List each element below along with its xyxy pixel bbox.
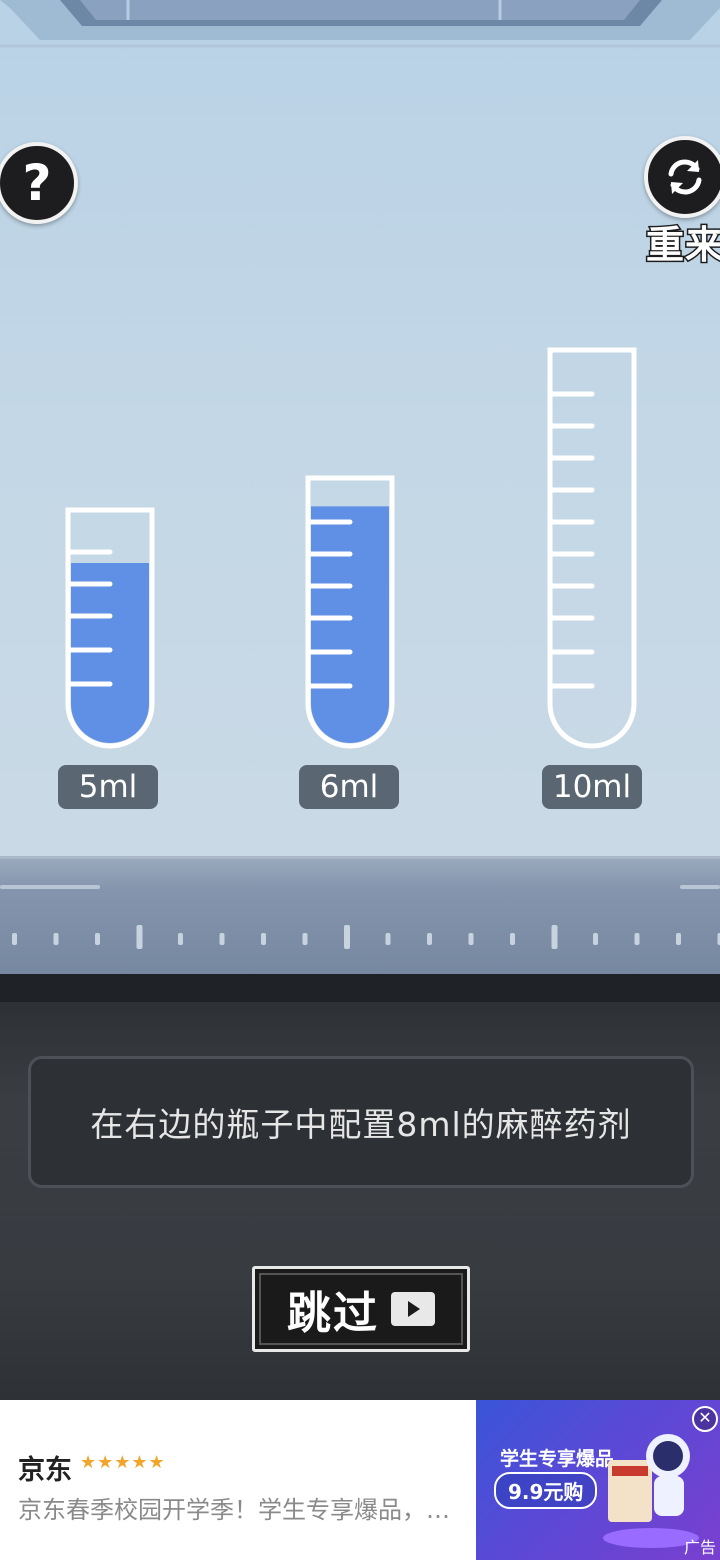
- game-scene: ? 重来 5ml 6ml 10ml 在右边的瓶子中配置8ml的麻醉药剂 跳过: [0, 0, 720, 1400]
- restart-label[interactable]: 重来: [644, 214, 720, 269]
- ruler-tick: [302, 933, 308, 945]
- top-frame: [0, 0, 720, 48]
- ruler-tick: [634, 933, 640, 945]
- ruler-tick: [136, 925, 143, 949]
- restart-button[interactable]: [644, 136, 720, 218]
- refresh-icon: [668, 159, 702, 195]
- ruler-bar: [0, 856, 720, 977]
- instruction-text: 在右边的瓶子中配置8ml的麻醉药剂: [28, 1056, 694, 1188]
- ad-description: 京东春季校园开学季！学生专享爆品，…: [18, 1496, 450, 1524]
- ruler-tick: [551, 925, 558, 949]
- ad-image[interactable]: 学生专享爆品 9.9元购 广告: [476, 1400, 720, 1560]
- ruler-tick: [385, 933, 391, 945]
- ruler-tick: [261, 933, 266, 945]
- help-icon: ?: [22, 154, 52, 212]
- ruler-tick: [12, 933, 17, 945]
- ruler-tick: [53, 933, 59, 945]
- ruler-ticks: [12, 925, 720, 949]
- ruler-tick: [468, 933, 474, 945]
- tube-10ml[interactable]: [546, 346, 638, 752]
- ruler-tick: [344, 925, 350, 949]
- tube-capacity-label: 5ml: [58, 765, 158, 809]
- close-icon[interactable]: ✕: [692, 1406, 718, 1432]
- ruler-tick: [95, 933, 100, 945]
- tube-capacity-label: 6ml: [299, 765, 399, 809]
- skip-button[interactable]: 跳过: [252, 1266, 470, 1352]
- tube-liquid: [311, 506, 389, 743]
- skip-label: 跳过: [287, 1288, 379, 1339]
- ruler-tick: [178, 933, 183, 945]
- tube-5ml[interactable]: [64, 506, 156, 752]
- ruler-tick: [427, 933, 432, 945]
- ad-tag: 广告: [683, 1538, 716, 1557]
- tube-liquid: [71, 563, 149, 743]
- video-play-icon: [391, 1292, 435, 1326]
- ruler-tick: [593, 933, 598, 945]
- ad-rating-stars: ★★★★★: [80, 1452, 166, 1473]
- tube-capacity-label: 10ml: [542, 765, 642, 809]
- help-button[interactable]: ?: [0, 142, 78, 224]
- bottom-console: 在右边的瓶子中配置8ml的麻醉药剂 跳过: [0, 974, 720, 1400]
- ad-banner[interactable]: 京东 ★★★★★ 京东春季校园开学季！学生专享爆品，… 学生专享爆品 9.9元购…: [0, 1400, 720, 1560]
- ruler-tick: [676, 933, 681, 945]
- ruler-tick: [219, 933, 225, 945]
- ad-brand: 京东: [18, 1455, 72, 1486]
- astronaut-illustration: [603, 1434, 699, 1548]
- ruler-tick: [510, 933, 515, 945]
- ad-price: 9.9元购: [494, 1472, 598, 1509]
- tube-6ml[interactable]: [304, 474, 396, 752]
